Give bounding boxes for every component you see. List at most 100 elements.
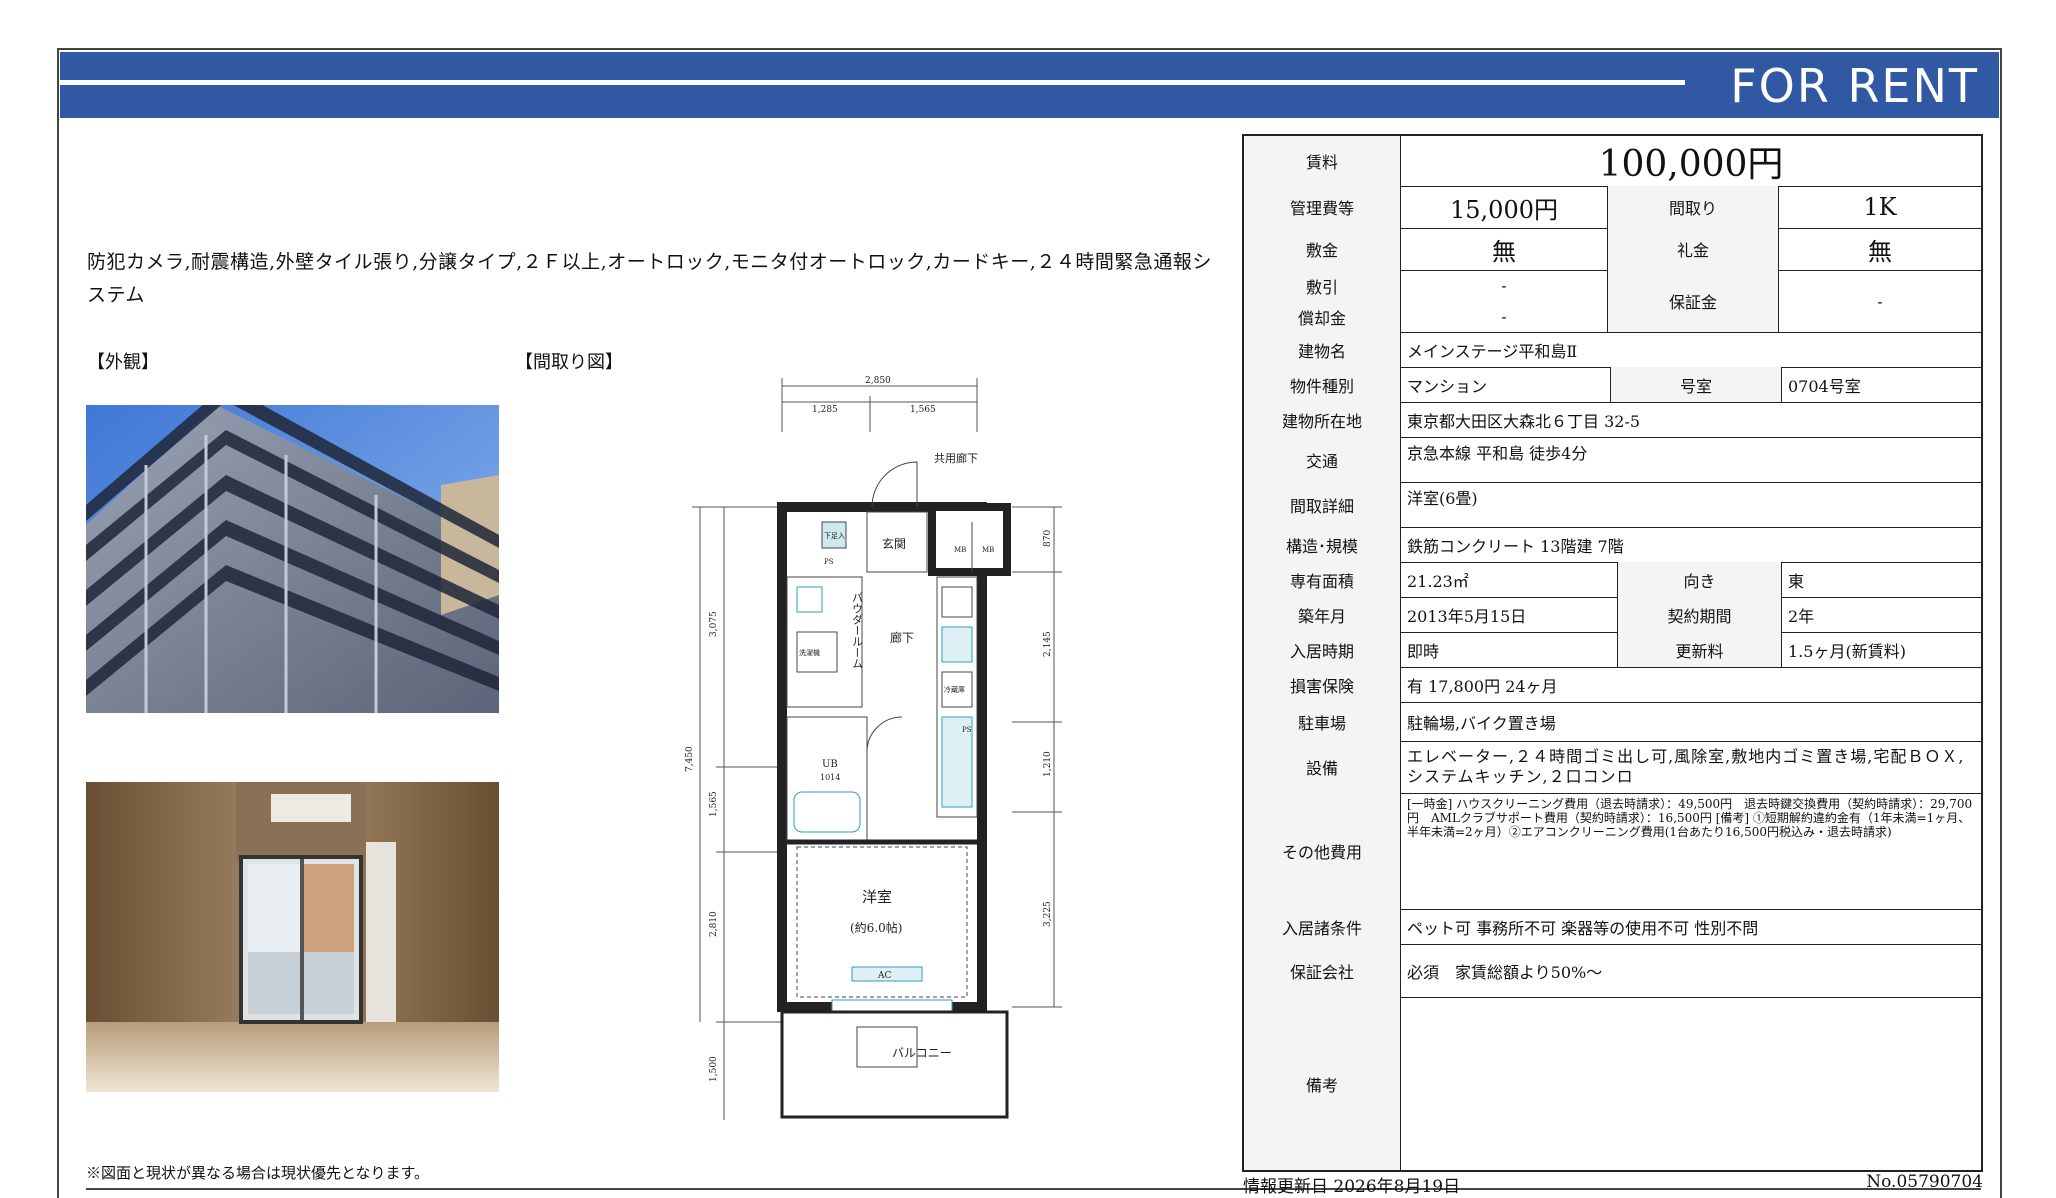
room-washer: 洗濯機: [799, 648, 820, 657]
area-value: 21.23㎡: [1401, 562, 1618, 597]
structure-value: 鉄筋コンクリート 13階建 7階: [1407, 536, 1624, 556]
row-other: その他費用 [一時金] ハウスクリーニング費用（退去時請求）：49,500円 退…: [1244, 793, 1981, 910]
disclaimer-note: ※図面と現状が異なる場合は現状優先となります。: [86, 1164, 430, 1182]
parking-label: 駐車場: [1244, 702, 1401, 741]
room-ub: UB: [822, 759, 838, 770]
layout-value: 1K: [1863, 193, 1897, 221]
parking-value: 駐輪場,バイク置き場: [1407, 713, 1556, 733]
built-label: 築年月: [1244, 597, 1401, 632]
dim-2850: 2,850: [865, 376, 891, 386]
dim-1500: 1,500: [709, 1056, 719, 1082]
exterior-label: 【外観】: [87, 352, 159, 373]
type-value: マンション: [1401, 367, 1611, 402]
ps-1: PS: [824, 558, 834, 566]
room-hall: 共用廊下: [934, 451, 978, 465]
room-label: 号室: [1611, 367, 1782, 402]
row-mgmt: 管理費等 15,000円 間取り 1K: [1244, 186, 1981, 229]
row-rent: 賃料 100,000円: [1244, 136, 1981, 187]
row-traffic: 交通 京急本線 平和島 徒歩4分: [1244, 437, 1981, 483]
keymoney-label: 礼金: [1608, 228, 1779, 270]
rent-label: 賃料: [1244, 136, 1401, 186]
remarks-label: 備考: [1244, 997, 1401, 1170]
conditions-value: ペット可 事務所不可 楽器等の使用不可 性別不問: [1407, 918, 1759, 938]
property-info-table: 賃料 100,000円 管理費等 15,000円 間取り 1K 敷金 無 礼金 …: [1242, 134, 1983, 1172]
row-remarks: 備考: [1244, 997, 1981, 1170]
insurance-label: 損害保険: [1244, 667, 1401, 702]
row-parking: 駐車場 駐輪場,バイク置き場: [1244, 702, 1981, 742]
row-built: 築年月 2013年5月15日 契約期間 2年: [1244, 597, 1981, 633]
update-date: 情報更新日 2026年8月19日: [1243, 1177, 1461, 1197]
detail-value: 洋室(6畳): [1407, 489, 1478, 508]
room-powder: パウダールーム: [851, 592, 864, 669]
direction-value: 東: [1788, 571, 1805, 591]
renew-value: 1.5ヶ月(新賃料): [1788, 641, 1906, 661]
shikibiki-labels: 敷引 償却金: [1244, 270, 1401, 332]
movein-label: 入居時期: [1244, 632, 1401, 667]
other-value: [一時金] ハウスクリーニング費用（退去時請求）：49,500円 退去時鍵交換費…: [1407, 797, 1973, 839]
interior-photo: [86, 782, 499, 1092]
building-label: 建物名: [1244, 332, 1401, 367]
document-number: No.05790704: [1866, 1172, 1983, 1192]
shokyaku-value: -: [1501, 307, 1507, 326]
remarks-value: [1401, 997, 1981, 1170]
row-address: 建物所在地 東京都大田区大森北６丁目 32-5: [1244, 402, 1981, 438]
room-ub-size: 1014: [820, 773, 840, 782]
row-structure: 構造･規模 鉄筋コンクリート 13階建 7階: [1244, 527, 1981, 563]
row-insurance: 損害保険 有 17,800円 24ヶ月: [1244, 667, 1981, 703]
room-value: 0704号室: [1788, 376, 1861, 396]
room-shoes: 下足入: [824, 532, 845, 540]
dim-2810: 2,810: [709, 911, 719, 937]
type-label: 物件種別: [1244, 367, 1401, 402]
row-area: 専有面積 21.23㎡ 向き 東: [1244, 562, 1981, 598]
exterior-photo: [86, 405, 499, 713]
traffic-value: 京急本線 平和島 徒歩4分: [1407, 444, 1588, 463]
shikibiki-value: -: [1501, 276, 1507, 295]
layout-label: 間取り: [1608, 186, 1779, 228]
features-text: 防犯カメラ,耐震構造,外壁タイル張り,分譲タイプ,２Ｆ以上,オートロック,モニタ…: [87, 251, 1212, 306]
floorplan-label: 【間取り図】: [515, 352, 623, 373]
room-western: 洋室: [862, 888, 892, 906]
row-equipment: 設備 エレベーター,２４時間ゴミ出し可,風除室,敷地内ゴミ置き場,宅配ＢＯＸ,シ…: [1244, 741, 1981, 794]
room-fridge: 冷蔵庫: [944, 685, 965, 694]
structure-label: 構造･規模: [1244, 527, 1401, 562]
dim-1565b: 1,565: [709, 791, 719, 817]
company-value: 必須 家賃総額より50%～: [1407, 962, 1603, 982]
equipment-label: 設備: [1244, 741, 1401, 793]
keymoney-value: 無: [1868, 237, 1892, 266]
insurance-value: 有 17,800円 24ヶ月: [1407, 676, 1558, 696]
row-conditions: 入居諸条件 ペット可 事務所不可 楽器等の使用不可 性別不問: [1244, 909, 1981, 945]
shikibiki-values: - -: [1401, 270, 1608, 332]
address-label: 建物所在地: [1244, 402, 1401, 437]
address-value: 東京都大田区大森北６丁目 32-5: [1407, 411, 1641, 431]
rent-value: 100,000円: [1598, 144, 1784, 185]
deposit-label: 敷金: [1244, 228, 1401, 270]
shikibiki-label: 敷引: [1305, 277, 1338, 297]
mgmt-label: 管理費等: [1244, 186, 1401, 228]
area-label: 専有面積: [1244, 562, 1401, 597]
row-building: 建物名 メインステージ平和島Ⅱ: [1244, 332, 1981, 368]
dim-3225: 3,225: [1043, 901, 1053, 927]
floor-plan: 2,850 1,285 1,565 3,075 1,565 7,450 2,81…: [672, 372, 1082, 1127]
dim-1285: 1,285: [812, 405, 838, 415]
equipment-value: エレベーター,２４時間ゴミ出し可,風除室,敷地内ゴミ置き場,宅配ＢＯＸ,システム…: [1407, 747, 1965, 786]
dim-7450: 7,450: [685, 746, 695, 772]
ps-2: PS: [962, 726, 972, 734]
dim-3075: 3,075: [709, 611, 719, 637]
room-western-size: (約6.0帖): [850, 920, 902, 935]
term-value: 2年: [1788, 606, 1815, 626]
other-label: その他費用: [1244, 793, 1401, 909]
row-shikibiki: 敷引 償却金 - - 保証金 -: [1244, 270, 1981, 333]
guarantee-value: -: [1877, 291, 1883, 311]
building-value: メインステージ平和島Ⅱ: [1407, 341, 1578, 361]
mb-1: MB: [954, 546, 966, 554]
movein-value: 即時: [1401, 632, 1618, 667]
shokyaku-label: 償却金: [1297, 308, 1346, 328]
row-type: 物件種別 マンション 号室 0704号室: [1244, 367, 1981, 403]
row-detail: 間取詳細 洋室(6畳): [1244, 482, 1981, 528]
renew-label: 更新料: [1618, 632, 1782, 667]
room-balcony: バルコニー: [892, 1046, 952, 1060]
direction-label: 向き: [1618, 562, 1782, 597]
dim-2145: 2,145: [1043, 631, 1053, 657]
dim-870: 870: [1043, 530, 1053, 547]
row-movein: 入居時期 即時 更新料 1.5ヶ月(新賃料): [1244, 632, 1981, 668]
